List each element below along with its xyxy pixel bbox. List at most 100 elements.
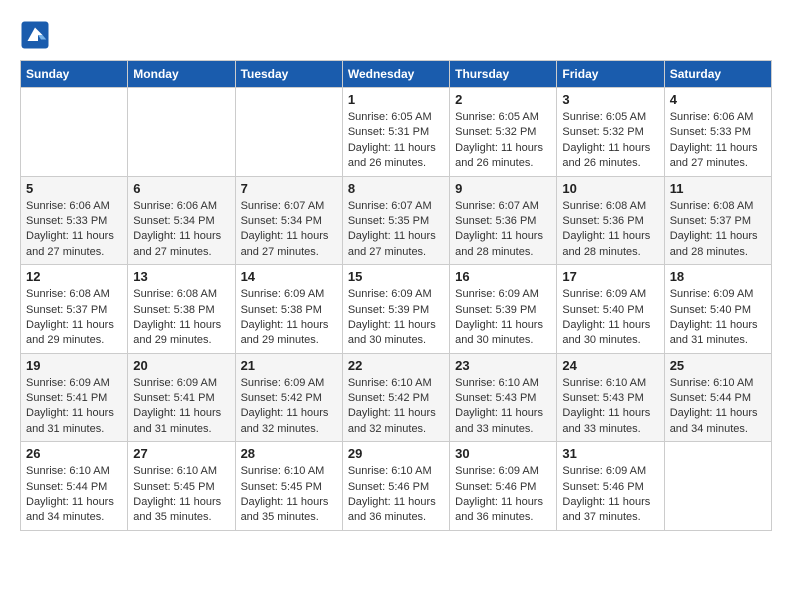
calendar-cell: 22 Sunrise: 6:10 AM Sunset: 5:42 PM Dayli…	[342, 353, 449, 442]
calendar-cell: 7Sunrise: 6:07 AM Sunset: 5:34 PM Daylig…	[235, 176, 342, 265]
calendar-cell: 13 Sunrise: 6:08 AM Sunset: 5:38 PM Dayli…	[128, 265, 235, 354]
calendar-cell	[21, 88, 128, 177]
day-number: 12	[26, 269, 122, 284]
calendar-cell: 20 Sunrise: 6:09 AM Sunset: 5:41 PM Dayli…	[128, 353, 235, 442]
day-info: Sunrise: 6:10 AM Sunset: 5:44 PM Dayligh…	[26, 464, 122, 526]
weekday-header: Monday	[128, 61, 235, 88]
day-info: Sunrise: 6:09 AM Sunset: 5:40 PM Dayligh…	[670, 287, 766, 349]
day-info: Sunrise: 6:06 AM Sunset: 5:34 PM Dayligh…	[133, 199, 229, 261]
day-info: Sunrise: 6:06 AM Sunset: 5:33 PM Dayligh…	[26, 199, 122, 261]
calendar-cell: 2 Sunrise: 6:05 AM Sunset: 5:32 PM Daylig…	[450, 88, 557, 177]
calendar-cell: 24Sunrise: 6:10 AM Sunset: 5:43 PM Dayli…	[557, 353, 664, 442]
day-info: Sunrise: 6:09 AM Sunset: 5:41 PM Dayligh…	[26, 376, 122, 438]
day-number: 2	[455, 92, 551, 107]
day-number: 7	[241, 181, 337, 196]
day-number: 13	[133, 269, 229, 284]
day-number: 4	[670, 92, 766, 107]
calendar-cell: 9 Sunrise: 6:07 AM Sunset: 5:36 PM Daylig…	[450, 176, 557, 265]
calendar-cell: 25 Sunrise: 6:10 AM Sunset: 5:44 PM Dayli…	[664, 353, 771, 442]
day-info: Sunrise: 6:08 AM Sunset: 5:37 PM Dayligh…	[26, 287, 122, 349]
calendar-week-row: 19Sunrise: 6:09 AM Sunset: 5:41 PM Dayli…	[21, 353, 772, 442]
day-number: 15	[348, 269, 444, 284]
weekday-header: Thursday	[450, 61, 557, 88]
weekday-header: Wednesday	[342, 61, 449, 88]
calendar-cell: 3 Sunrise: 6:05 AM Sunset: 5:32 PM Daylig…	[557, 88, 664, 177]
calendar-cell: 4 Sunrise: 6:06 AM Sunset: 5:33 PM Daylig…	[664, 88, 771, 177]
logo-icon	[20, 20, 50, 50]
calendar-cell: 27 Sunrise: 6:10 AM Sunset: 5:45 PM Dayli…	[128, 442, 235, 531]
day-info: Sunrise: 6:09 AM Sunset: 5:38 PM Dayligh…	[241, 287, 337, 349]
calendar-cell: 30Sunrise: 6:09 AM Sunset: 5:46 PM Dayli…	[450, 442, 557, 531]
day-info: Sunrise: 6:10 AM Sunset: 5:45 PM Dayligh…	[133, 464, 229, 526]
calendar-cell: 29Sunrise: 6:10 AM Sunset: 5:46 PM Dayli…	[342, 442, 449, 531]
day-info: Sunrise: 6:09 AM Sunset: 5:42 PM Dayligh…	[241, 376, 337, 438]
day-number: 16	[455, 269, 551, 284]
calendar-cell: 8 Sunrise: 6:07 AM Sunset: 5:35 PM Daylig…	[342, 176, 449, 265]
day-info: Sunrise: 6:09 AM Sunset: 5:39 PM Dayligh…	[455, 287, 551, 349]
calendar-cell: 19Sunrise: 6:09 AM Sunset: 5:41 PM Dayli…	[21, 353, 128, 442]
day-number: 10	[562, 181, 658, 196]
calendar-week-row: 1Sunrise: 6:05 AM Sunset: 5:31 PM Daylig…	[21, 88, 772, 177]
day-number: 29	[348, 446, 444, 461]
day-info: Sunrise: 6:05 AM Sunset: 5:32 PM Dayligh…	[455, 110, 551, 172]
day-info: Sunrise: 6:05 AM Sunset: 5:32 PM Dayligh…	[562, 110, 658, 172]
day-info: Sunrise: 6:09 AM Sunset: 5:41 PM Dayligh…	[133, 376, 229, 438]
day-info: Sunrise: 6:10 AM Sunset: 5:44 PM Dayligh…	[670, 376, 766, 438]
calendar-cell: 28Sunrise: 6:10 AM Sunset: 5:45 PM Dayli…	[235, 442, 342, 531]
weekday-header: Friday	[557, 61, 664, 88]
weekday-header: Saturday	[664, 61, 771, 88]
day-number: 1	[348, 92, 444, 107]
day-info: Sunrise: 6:07 AM Sunset: 5:36 PM Dayligh…	[455, 199, 551, 261]
calendar-cell: 31 Sunrise: 6:09 AM Sunset: 5:46 PM Dayli…	[557, 442, 664, 531]
day-number: 21	[241, 358, 337, 373]
day-number: 22	[348, 358, 444, 373]
calendar-table: SundayMondayTuesdayWednesdayThursdayFrid…	[20, 60, 772, 531]
day-number: 18	[670, 269, 766, 284]
calendar-cell	[664, 442, 771, 531]
calendar-cell: 15 Sunrise: 6:09 AM Sunset: 5:39 PM Dayli…	[342, 265, 449, 354]
day-info: Sunrise: 6:06 AM Sunset: 5:33 PM Dayligh…	[670, 110, 766, 172]
day-number: 25	[670, 358, 766, 373]
calendar-cell: 1Sunrise: 6:05 AM Sunset: 5:31 PM Daylig…	[342, 88, 449, 177]
calendar-cell	[235, 88, 342, 177]
day-number: 3	[562, 92, 658, 107]
day-number: 8	[348, 181, 444, 196]
day-number: 6	[133, 181, 229, 196]
day-number: 9	[455, 181, 551, 196]
calendar-cell: 26 Sunrise: 6:10 AM Sunset: 5:44 PM Dayli…	[21, 442, 128, 531]
day-number: 20	[133, 358, 229, 373]
calendar-cell	[128, 88, 235, 177]
calendar-cell: 17Sunrise: 6:09 AM Sunset: 5:40 PM Dayli…	[557, 265, 664, 354]
calendar-cell: 18 Sunrise: 6:09 AM Sunset: 5:40 PM Dayli…	[664, 265, 771, 354]
calendar-cell: 6 Sunrise: 6:06 AM Sunset: 5:34 PM Daylig…	[128, 176, 235, 265]
day-info: Sunrise: 6:09 AM Sunset: 5:39 PM Dayligh…	[348, 287, 444, 349]
weekday-header-row: SundayMondayTuesdayWednesdayThursdayFrid…	[21, 61, 772, 88]
calendar-week-row: 12 Sunrise: 6:08 AM Sunset: 5:37 PM Dayli…	[21, 265, 772, 354]
day-number: 26	[26, 446, 122, 461]
calendar-cell: 5 Sunrise: 6:06 AM Sunset: 5:33 PM Daylig…	[21, 176, 128, 265]
day-info: Sunrise: 6:08 AM Sunset: 5:36 PM Dayligh…	[562, 199, 658, 261]
day-number: 17	[562, 269, 658, 284]
day-info: Sunrise: 6:08 AM Sunset: 5:37 PM Dayligh…	[670, 199, 766, 261]
day-number: 14	[241, 269, 337, 284]
day-number: 27	[133, 446, 229, 461]
calendar-cell: 10 Sunrise: 6:08 AM Sunset: 5:36 PM Dayli…	[557, 176, 664, 265]
day-number: 24	[562, 358, 658, 373]
day-number: 28	[241, 446, 337, 461]
weekday-header: Tuesday	[235, 61, 342, 88]
day-info: Sunrise: 6:10 AM Sunset: 5:43 PM Dayligh…	[455, 376, 551, 438]
day-info: Sunrise: 6:07 AM Sunset: 5:35 PM Dayligh…	[348, 199, 444, 261]
day-number: 11	[670, 181, 766, 196]
calendar-cell: 21 Sunrise: 6:09 AM Sunset: 5:42 PM Dayli…	[235, 353, 342, 442]
calendar-week-row: 5 Sunrise: 6:06 AM Sunset: 5:33 PM Daylig…	[21, 176, 772, 265]
calendar-cell: 14 Sunrise: 6:09 AM Sunset: 5:38 PM Dayli…	[235, 265, 342, 354]
day-number: 5	[26, 181, 122, 196]
calendar-cell: 12 Sunrise: 6:08 AM Sunset: 5:37 PM Dayli…	[21, 265, 128, 354]
day-number: 31	[562, 446, 658, 461]
calendar-cell: 11 Sunrise: 6:08 AM Sunset: 5:37 PM Dayli…	[664, 176, 771, 265]
calendar-cell: 23Sunrise: 6:10 AM Sunset: 5:43 PM Dayli…	[450, 353, 557, 442]
day-info: Sunrise: 6:10 AM Sunset: 5:42 PM Dayligh…	[348, 376, 444, 438]
day-info: Sunrise: 6:08 AM Sunset: 5:38 PM Dayligh…	[133, 287, 229, 349]
day-info: Sunrise: 6:09 AM Sunset: 5:46 PM Dayligh…	[562, 464, 658, 526]
weekday-header: Sunday	[21, 61, 128, 88]
